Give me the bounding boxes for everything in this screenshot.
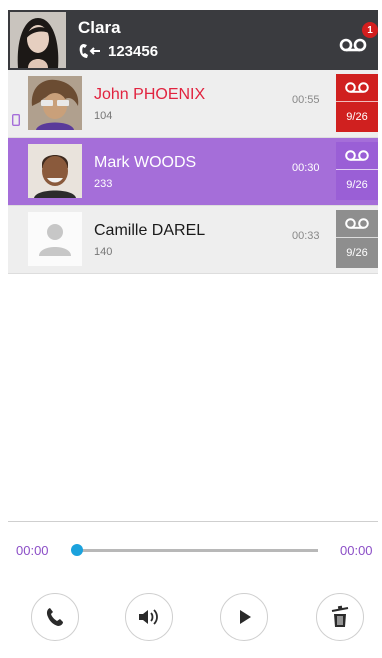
contact-photo bbox=[28, 76, 82, 130]
phone-icon bbox=[46, 608, 63, 626]
contact-name: John PHOENIX bbox=[94, 86, 206, 103]
speaker-icon bbox=[139, 609, 158, 625]
voicemail-list: John PHOENIX 104 00:55 9/26 Mark WOODS 2… bbox=[8, 70, 378, 274]
user-extension-row: 123456 bbox=[78, 40, 158, 62]
voicemail-icon bbox=[345, 81, 369, 93]
total-time: 00:00 bbox=[340, 543, 373, 558]
play-button[interactable] bbox=[220, 593, 268, 641]
voicemail-date: 9/26 bbox=[346, 179, 368, 191]
voicemail-tile[interactable]: 9/26 bbox=[336, 142, 378, 200]
seek-thumb[interactable] bbox=[71, 544, 83, 556]
player-controls bbox=[0, 593, 382, 641]
contact-extension: 104 bbox=[94, 110, 113, 122]
header-bar: Clara 123456 1 bbox=[8, 10, 378, 70]
voicemail-tile[interactable]: 9/26 bbox=[336, 74, 378, 132]
voicemail-icon bbox=[345, 217, 369, 229]
voicemail-date: 9/26 bbox=[346, 111, 368, 123]
contact-photo-placeholder bbox=[28, 212, 82, 266]
play-icon bbox=[240, 610, 251, 624]
contact-extension: 140 bbox=[94, 246, 113, 258]
user-extension: 123456 bbox=[108, 42, 159, 60]
contact-photo bbox=[28, 144, 82, 198]
voicemail-duration: 00:33 bbox=[292, 230, 320, 242]
delete-button[interactable] bbox=[316, 593, 364, 641]
voicemail-badge: 1 bbox=[362, 22, 378, 38]
user-avatar[interactable] bbox=[10, 12, 66, 68]
voicemail-app: Clara 123456 1 John PHOENIX 104 00:55 9/… bbox=[0, 0, 382, 658]
voicemail-date: 9/26 bbox=[346, 247, 368, 259]
contact-name: Camille DAREL bbox=[94, 222, 206, 239]
speaker-button[interactable] bbox=[125, 593, 173, 641]
seek-track[interactable] bbox=[76, 549, 318, 552]
voicemail-duration: 00:55 bbox=[292, 94, 320, 106]
voicemail-duration: 00:30 bbox=[292, 162, 320, 174]
user-name: Clara bbox=[78, 18, 121, 37]
callback-icon bbox=[79, 44, 100, 58]
voicemail-icon bbox=[345, 149, 369, 161]
contact-extension: 233 bbox=[94, 178, 113, 190]
person-icon bbox=[28, 212, 82, 266]
player-divider bbox=[8, 521, 378, 522]
elapsed-time: 00:00 bbox=[16, 543, 49, 558]
contact-name: Mark WOODS bbox=[94, 154, 197, 171]
voicemail-row-mark-woods[interactable]: Mark WOODS 233 00:30 9/26 bbox=[8, 138, 378, 206]
trash-icon bbox=[331, 605, 349, 627]
voicemail-row-camille-darel[interactable]: Camille DAREL 140 00:33 9/26 bbox=[8, 206, 378, 274]
mobile-icon bbox=[12, 114, 20, 126]
call-button[interactable] bbox=[31, 593, 79, 641]
voicemail-row-john-phoenix[interactable]: John PHOENIX 104 00:55 9/26 bbox=[8, 70, 378, 138]
voicemail-tile[interactable]: 9/26 bbox=[336, 210, 378, 268]
